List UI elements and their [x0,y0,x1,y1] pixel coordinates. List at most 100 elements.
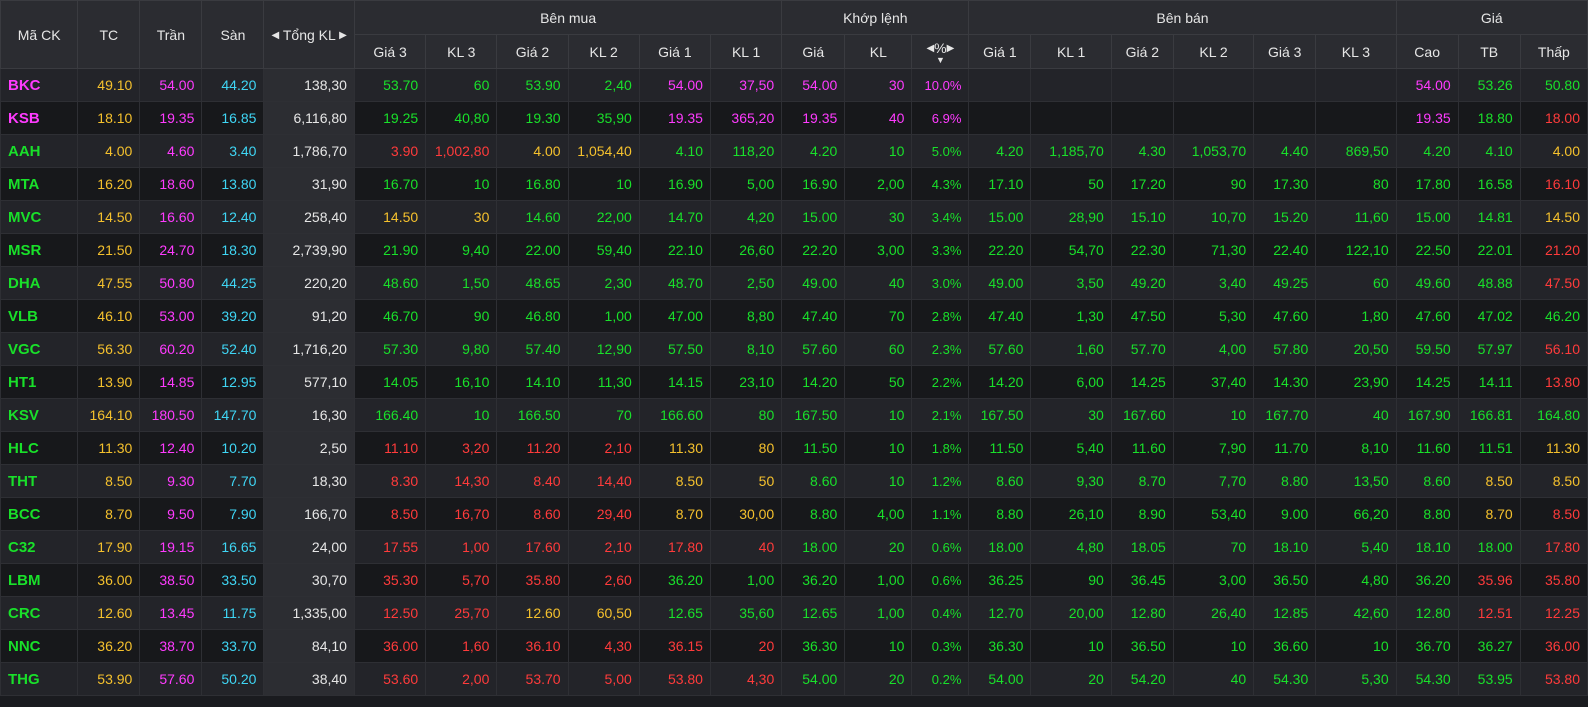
symbol-cell[interactable]: THG [0,662,79,696]
sell-cell: 12.70 [968,596,1032,630]
table-row[interactable]: AAH 4.00 4.60 3.40 1,786,70 3.90 1,002,80 4.00 1… [0,134,1588,168]
table-row[interactable]: THT 8.50 9.30 7.70 18,30 8.30 14,30 8.40 14,40 8.… [0,464,1588,498]
header-buy-col[interactable]: KL 1 [709,34,783,69]
buy-cell: 8.50 [638,464,711,498]
symbol-cell[interactable]: THT [0,464,79,498]
table-row[interactable]: VGC 56.30 60.20 52.40 1,716,20 57.30 9,80 57.40… [0,332,1588,366]
header-price-col[interactable]: Thấp [1519,34,1588,69]
symbol-cell[interactable]: MSR [0,233,79,267]
match-percent-cell: 5.0% [911,134,970,168]
price-stat-cell: 18.80 [1457,101,1521,135]
sell-cell: 40 [1315,398,1397,432]
header-buy-col[interactable]: KL 2 [567,34,640,69]
header-match-col[interactable]: KL [844,34,913,69]
table-row[interactable]: KSB 18.10 19.35 16.85 6,116,80 19.25 40,80 19.3… [0,101,1588,135]
table-row[interactable]: MSR 21.50 24.70 18.30 2,739,90 21.90 9,40 22.00… [0,233,1588,267]
symbol-cell[interactable]: HT1 [0,365,79,399]
buy-cell: 1,00 [567,299,640,333]
sell-cell: 8.60 [968,464,1032,498]
header-sell-col[interactable]: KL 3 [1315,34,1397,69]
match-percent-cell: 0.6% [911,530,970,564]
header-price-col[interactable]: Cao [1395,34,1459,69]
buy-cell: 35,90 [567,101,640,135]
header-price-col[interactable]: TB [1457,34,1521,69]
table-row[interactable]: VLB 46.10 53.00 39.20 91,20 46.70 90 46.80 1,00 4… [0,299,1588,333]
sell-cell: 14.25 [1110,365,1174,399]
ceiling-price-cell: 14.85 [139,365,203,399]
header-match-col[interactable]: Giá [781,34,846,69]
symbol-cell[interactable]: BCC [0,497,79,531]
match-cell: 49.00 [781,266,846,300]
header-sell-col[interactable]: KL 2 [1172,34,1255,69]
caret-right-icon[interactable]: ▶ [339,30,347,41]
ref-price-cell: 36.20 [77,629,141,663]
symbol-cell[interactable]: LBM [0,563,79,597]
header-ref[interactable]: TC [77,0,141,69]
price-stat-cell: 166.81 [1457,398,1521,432]
header-total-volume[interactable]: ◀ Tổng KL ▶ [263,0,355,69]
buy-cell: 2,50 [709,266,783,300]
buy-cell: 3,20 [425,431,498,465]
buy-cell: 46.80 [496,299,569,333]
header-floor[interactable]: Sàn [201,0,265,69]
header-symbol[interactable]: Mã CK [0,0,79,69]
symbol-cell[interactable]: KSV [0,398,79,432]
table-row[interactable]: BCC 8.70 9.50 7.90 166,70 8.50 16,70 8.60 29,40 8… [0,497,1588,531]
symbol-cell[interactable]: VGC [0,332,79,366]
symbol-cell[interactable]: BKC [0,68,79,102]
table-row[interactable]: NNC 36.20 38.70 33.70 84,10 36.00 1,60 36.10 4,3… [0,629,1588,663]
symbol-cell[interactable]: VLB [0,299,79,333]
table-row[interactable]: HT1 13.90 14.85 12.95 577,10 14.05 16,10 14.10 1… [0,365,1588,399]
buy-cell: 48.70 [638,266,711,300]
symbol-cell[interactable]: KSB [0,101,79,135]
sell-cell [1110,101,1174,135]
header-sell-col[interactable]: Giá 2 [1110,34,1174,69]
header-buy-col[interactable]: Giá 1 [638,34,711,69]
symbol-cell[interactable]: CRC [0,596,79,630]
sell-cell: 28,90 [1030,200,1112,234]
total-volume-cell: 577,10 [263,365,355,399]
header-ceiling[interactable]: Trần [139,0,203,69]
header-sell-col[interactable]: Giá 1 [968,34,1032,69]
caret-right-icon[interactable]: ▶ [947,43,955,54]
symbol-cell[interactable]: AAH [0,134,79,168]
header-buy-col[interactable]: KL 3 [425,34,498,69]
table-row[interactable]: MVC 14.50 16.60 12.40 258,40 14.50 30 14.60 22,0… [0,200,1588,234]
match-cell: 50 [844,365,913,399]
table-row[interactable]: CRC 12.60 13.45 11.75 1,335,00 12.50 25,70 12.6… [0,596,1588,630]
buy-cell: 166.50 [496,398,569,432]
sell-cell: 57.70 [1110,332,1174,366]
header-sell-col[interactable]: KL 1 [1030,34,1112,69]
caret-left-icon[interactable]: ◀ [272,30,280,41]
symbol-cell[interactable]: NNC [0,629,79,663]
sell-cell: 7,70 [1172,464,1255,498]
table-row[interactable]: THG 53.90 57.60 50.20 38,40 53.60 2,00 53.70 5,0… [0,662,1588,696]
symbol-cell[interactable]: MVC [0,200,79,234]
price-stat-cell: 36.27 [1457,629,1521,663]
sort-down-icon[interactable]: ▼ [912,55,968,64]
floor-price-cell: 13.80 [201,167,265,201]
table-row[interactable]: BKC 49.10 54.00 44.20 138,30 53.70 60 53.90 2,40… [0,68,1588,102]
header-sell-col[interactable]: Giá 3 [1253,34,1317,69]
table-row[interactable]: KSV 164.10 180.50 147.70 16,30 166.40 10 166.50… [0,398,1588,432]
match-cell: 20 [844,662,913,696]
table-row[interactable]: C32 17.90 19.15 16.65 24,00 17.55 1,00 17.60 2,1… [0,530,1588,564]
buy-cell: 10 [425,398,498,432]
floor-price-cell: 7.70 [201,464,265,498]
header-buy-col[interactable]: Giá 2 [496,34,569,69]
symbol-cell[interactable]: C32 [0,530,79,564]
table-row[interactable]: LBM 36.00 38.50 33.50 30,70 35.30 5,70 35.80 2,6… [0,563,1588,597]
symbol-cell[interactable]: HLC [0,431,79,465]
table-row[interactable]: MTA 16.20 18.60 13.80 31,90 16.70 10 16.80 10 16.… [0,167,1588,201]
buy-cell: 37,50 [709,68,783,102]
sell-cell: 8.80 [968,497,1032,531]
table-row[interactable]: HLC 11.30 12.40 10.20 2,50 11.10 3,20 11.20 2,10… [0,431,1588,465]
symbol-cell[interactable]: DHA [0,266,79,300]
ref-price-cell: 53.90 [77,662,141,696]
table-row[interactable]: DHA 47.55 50.80 44.25 220,20 48.60 1,50 48.65 2,… [0,266,1588,300]
buy-cell: 1,054,40 [567,134,640,168]
sell-cell [1172,101,1255,135]
header-match-percent[interactable]: ◀ % ▶ ▼ [911,34,970,69]
symbol-cell[interactable]: MTA [0,167,79,201]
header-buy-col[interactable]: Giá 3 [353,34,427,69]
